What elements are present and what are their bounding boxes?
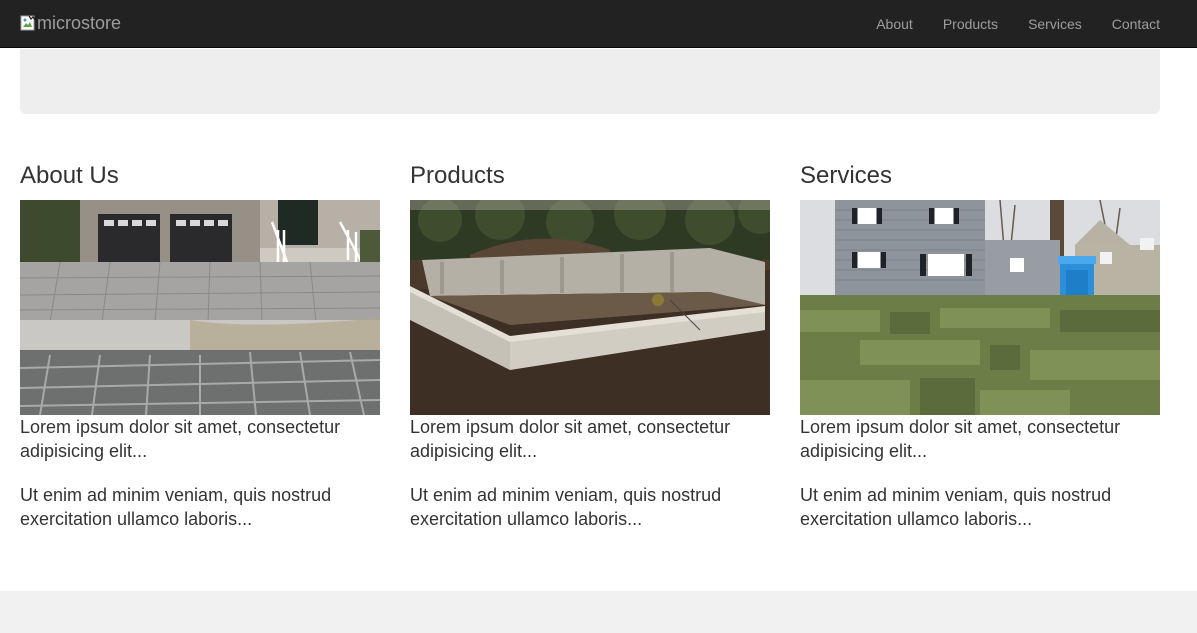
page-footer	[0, 591, 1197, 633]
nav-item-contact: Contact	[1097, 0, 1175, 48]
products-image	[410, 200, 770, 415]
broken-image-icon	[20, 15, 36, 31]
nav-link-about[interactable]: About	[861, 0, 928, 48]
brand-logo-link[interactable]: microstore	[20, 13, 121, 33]
about-section: About Us Lorem ipsum dolor sit amet, con…	[20, 160, 380, 531]
about-image	[20, 200, 380, 415]
nav-link-services[interactable]: Services	[1013, 0, 1097, 48]
hero-jumbotron	[20, 49, 1160, 114]
about-heading: About Us	[20, 162, 119, 189]
products-text-1: Lorem ipsum dolor sit amet, consectetur …	[410, 417, 731, 461]
services-heading: Services	[800, 162, 893, 189]
products-heading: Products	[410, 162, 505, 189]
brand-alt-text: microstore	[37, 13, 122, 33]
nav-item-about: About	[861, 0, 928, 48]
nav-item-services: Services	[1013, 0, 1097, 48]
nav-link-contact[interactable]: Contact	[1097, 0, 1175, 48]
about-text-1: Lorem ipsum dolor sit amet, consectetur …	[20, 417, 341, 461]
services-section: Services Lorem ipsum dolor sit amet, con…	[800, 160, 1160, 531]
products-section: Products Lorem ipsum dolor sit amet, con…	[410, 160, 770, 531]
about-text-2: Ut enim ad minim veniam, quis nostrud ex…	[20, 485, 332, 529]
nav-link-products[interactable]: Products	[928, 0, 1013, 48]
products-text-2: Ut enim ad minim veniam, quis nostrud ex…	[410, 485, 722, 529]
services-image	[800, 200, 1160, 415]
nav-item-products: Products	[928, 0, 1013, 48]
services-text-1: Lorem ipsum dolor sit amet, consectetur …	[800, 417, 1121, 461]
services-text-2: Ut enim ad minim veniam, quis nostrud ex…	[800, 485, 1112, 529]
top-navbar: microstore About Products Services Conta…	[0, 0, 1197, 48]
main-nav: About Products Services Contact	[861, 0, 1175, 48]
